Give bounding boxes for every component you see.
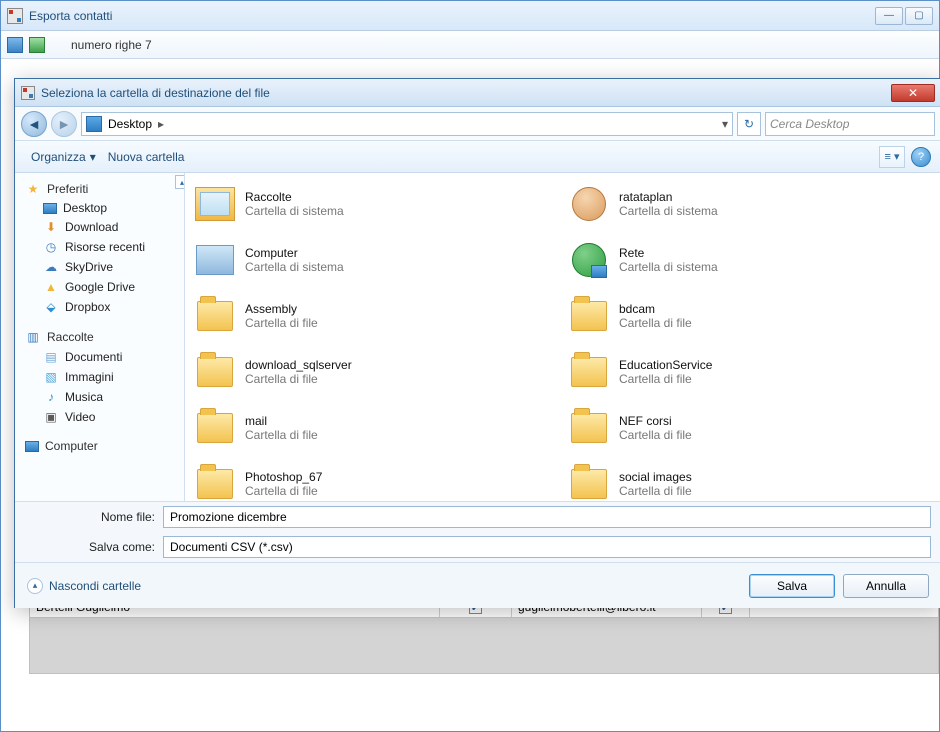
folder-icon <box>571 469 607 499</box>
item-mail[interactable]: mailCartella di file <box>193 401 559 455</box>
search-placeholder: Cerca Desktop <box>770 117 849 131</box>
item-ratataplan[interactable]: ratataplanCartella di sistema <box>567 177 933 231</box>
folder-icon <box>197 413 233 443</box>
folder-icon <box>571 357 607 387</box>
save-icon[interactable] <box>7 37 23 53</box>
desktop-icon <box>86 116 102 132</box>
sidebar-item-desktop[interactable]: Desktop <box>15 199 184 217</box>
sidebar-expand-icon[interactable]: ▴ <box>175 175 185 189</box>
refresh-button[interactable]: ↻ <box>737 112 761 136</box>
library-icon <box>195 187 235 221</box>
computer-icon <box>25 441 39 452</box>
chevron-down-icon: ▾ <box>90 150 96 164</box>
video-icon: ▣ <box>43 409 59 425</box>
filename-row: Nome file: <box>15 502 940 532</box>
item-social[interactable]: social imagesCartella di file <box>567 457 933 501</box>
saveas-row: Salva come: Documenti CSV (*.csv) <box>15 532 940 562</box>
minimize-button[interactable]: — <box>875 7 903 25</box>
organize-menu[interactable]: Organizza ▾ <box>25 147 102 167</box>
monitor-icon <box>43 203 57 214</box>
saveas-select[interactable]: Documenti CSV (*.csv) <box>163 536 931 558</box>
item-bdcam[interactable]: bdcamCartella di file <box>567 289 933 343</box>
folder-icon <box>197 301 233 331</box>
dialog-title: Seleziona la cartella di destinazione de… <box>41 86 891 100</box>
saveas-label: Salva come: <box>85 540 155 554</box>
network-icon <box>572 243 606 277</box>
sidebar-item-skydrive[interactable]: ☁SkyDrive <box>15 257 184 277</box>
image-icon: ▧ <box>43 369 59 385</box>
item-assembly[interactable]: AssemblyCartella di file <box>193 289 559 343</box>
sidebar-item-video[interactable]: ▣Video <box>15 407 184 427</box>
music-icon: ♪ <box>43 389 59 405</box>
close-button[interactable]: ✕ <box>891 84 935 102</box>
collapse-icon: ▴ <box>27 578 43 594</box>
breadcrumb-text: Desktop <box>108 117 152 131</box>
item-photoshop[interactable]: Photoshop_67Cartella di file <box>193 457 559 501</box>
grid-empty-area <box>29 618 939 674</box>
item-rete[interactable]: ReteCartella di sistema <box>567 233 933 287</box>
parent-toolbar: numero righe 7 <box>1 31 939 59</box>
sidebar: ▴ ★Preferiti Desktop ⬇Download ◷Risorse … <box>15 173 185 501</box>
library-icon: ▥ <box>25 329 41 345</box>
folder-icon <box>197 469 233 499</box>
dialog-app-icon <box>21 86 35 100</box>
sidebar-item-download[interactable]: ⬇Download <box>15 217 184 237</box>
chevron-down-icon[interactable]: ▾ <box>722 117 728 131</box>
download-icon: ⬇ <box>43 219 59 235</box>
help-button[interactable]: ? <box>911 147 931 167</box>
dialog-titlebar: Seleziona la cartella di destinazione de… <box>15 79 940 107</box>
hide-folders-link[interactable]: ▴ Nascondi cartelle <box>27 578 141 594</box>
save-dialog: Seleziona la cartella di destinazione de… <box>14 78 940 608</box>
file-list[interactable]: RaccolteCartella di sistema ratataplanCa… <box>185 173 940 501</box>
gdrive-icon: ▲ <box>43 279 59 295</box>
item-download-sql[interactable]: download_sqlserverCartella di file <box>193 345 559 399</box>
item-nef[interactable]: NEF corsiCartella di file <box>567 401 933 455</box>
filename-label: Nome file: <box>85 510 155 524</box>
row-count-label: numero righe 7 <box>71 38 152 52</box>
sidebar-item-music[interactable]: ♪Musica <box>15 387 184 407</box>
folder-icon <box>571 413 607 443</box>
sidebar-item-dropbox[interactable]: ⬙Dropbox <box>15 297 184 317</box>
parent-titlebar: Esporta contatti — ▢ <box>1 1 939 31</box>
search-input[interactable]: Cerca Desktop <box>765 112 935 136</box>
document-icon: ▤ <box>43 349 59 365</box>
item-education[interactable]: EducationServiceCartella di file <box>567 345 933 399</box>
item-computer[interactable]: ComputerCartella di sistema <box>193 233 559 287</box>
item-raccolte[interactable]: RaccolteCartella di sistema <box>193 177 559 231</box>
save-button[interactable]: Salva <box>749 574 835 598</box>
new-folder-button[interactable]: Nuova cartella <box>102 147 191 167</box>
breadcrumb[interactable]: Desktop ▸ ▾ <box>81 112 733 136</box>
back-button[interactable]: ◄ <box>21 111 47 137</box>
cancel-button[interactable]: Annulla <box>843 574 929 598</box>
forward-button[interactable]: ► <box>51 111 77 137</box>
maximize-button[interactable]: ▢ <box>905 7 933 25</box>
sidebar-item-recent[interactable]: ◷Risorse recenti <box>15 237 184 257</box>
app-icon <box>7 8 23 24</box>
excel-icon[interactable] <box>29 37 45 53</box>
view-button[interactable]: ≡ ▾ <box>879 146 905 168</box>
folder-icon <box>197 357 233 387</box>
chevron-right-icon[interactable]: ▸ <box>158 117 164 131</box>
sidebar-favorites[interactable]: ★Preferiti <box>15 179 184 199</box>
folder-icon <box>571 301 607 331</box>
sidebar-computer[interactable]: Computer <box>15 437 184 455</box>
cloud-icon: ☁ <box>43 259 59 275</box>
computer-icon <box>196 245 234 275</box>
recent-icon: ◷ <box>43 239 59 255</box>
parent-title: Esporta contatti <box>29 9 875 23</box>
nav-bar: ◄ ► Desktop ▸ ▾ ↻ Cerca Desktop <box>15 107 940 141</box>
sidebar-item-documents[interactable]: ▤Documenti <box>15 347 184 367</box>
sidebar-libraries[interactable]: ▥Raccolte <box>15 327 184 347</box>
filename-input[interactable] <box>163 506 931 528</box>
dialog-footer: ▴ Nascondi cartelle Salva Annulla <box>15 562 940 608</box>
user-icon <box>572 187 606 221</box>
sidebar-item-gdrive[interactable]: ▲Google Drive <box>15 277 184 297</box>
command-bar: Organizza ▾ Nuova cartella ≡ ▾ ? <box>15 141 940 173</box>
dropbox-icon: ⬙ <box>43 299 59 315</box>
star-icon: ★ <box>25 181 41 197</box>
sidebar-item-images[interactable]: ▧Immagini <box>15 367 184 387</box>
